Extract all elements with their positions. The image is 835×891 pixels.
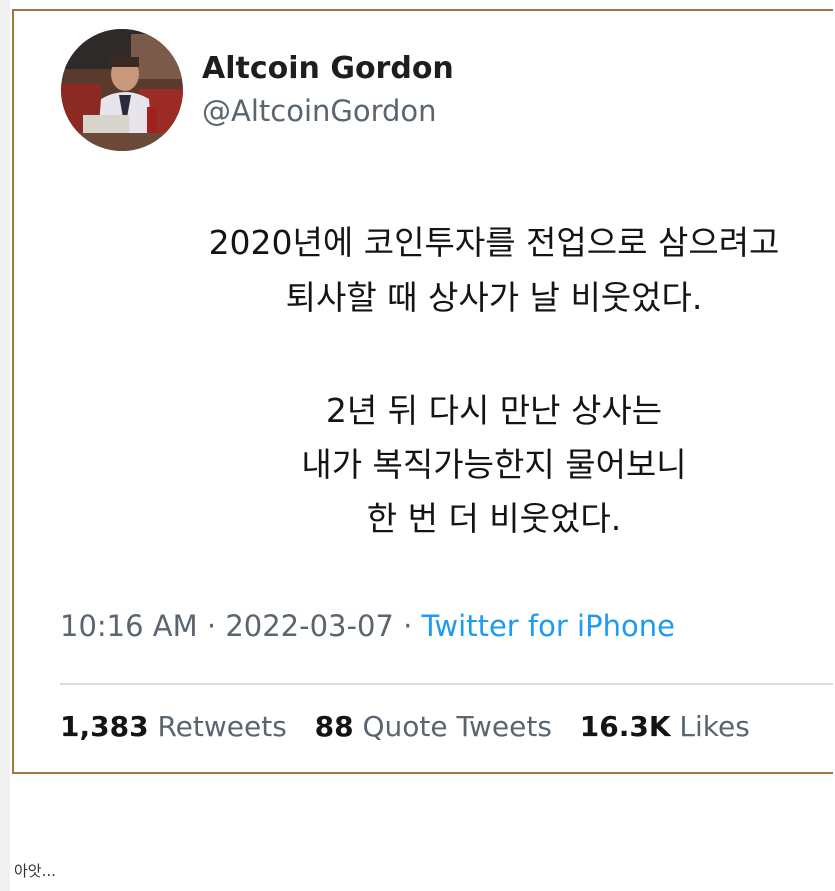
likes-stat[interactable]: 16.3K Likes: [580, 710, 750, 743]
retweets-count: 1,383: [60, 710, 149, 743]
avatar[interactable]: [61, 29, 183, 151]
divider: [60, 683, 833, 685]
retweets-stat[interactable]: 1,383 Retweets: [60, 710, 287, 743]
meta-separator: ·: [393, 609, 422, 643]
tweet-stats: 1,383 Retweets 88 Quote Tweets 16.3K Lik…: [60, 710, 750, 743]
page: Altcoin Gordon @AltcoinGordon 2020년에 코인투…: [0, 0, 835, 891]
tweet-text-line-4: 내가 복직가능한지 물어보니: [301, 445, 687, 484]
avatar-photo: [61, 29, 183, 151]
post-caption: 아앗...: [14, 862, 56, 880]
author-handle[interactable]: @AltcoinGordon: [202, 94, 437, 128]
tweet-screenshot: Altcoin Gordon @AltcoinGordon 2020년에 코인투…: [12, 9, 833, 774]
author-display-name[interactable]: Altcoin Gordon: [202, 51, 454, 86]
likes-label: Likes: [679, 710, 750, 743]
tweet-source-link[interactable]: Twitter for iPhone: [422, 609, 675, 643]
tweet-text-line-3: 2년 뒤 다시 만난 상사는: [325, 391, 663, 430]
tweet-date[interactable]: 2022-03-07: [225, 609, 394, 643]
tweet-text-line-1: 2020년에 코인투자를 전업으로 삼으려고: [208, 223, 780, 262]
retweets-label: Retweets: [157, 710, 287, 743]
likes-count: 16.3K: [579, 710, 671, 743]
quote-tweets-count: 88: [314, 710, 354, 743]
quote-tweets-label: Quote Tweets: [362, 710, 552, 743]
quote-tweets-stat[interactable]: 88 Quote Tweets: [315, 710, 552, 743]
meta-separator: ·: [197, 609, 226, 643]
tweet-meta: 10:16 AM · 2022-03-07 · Twitter for iPho…: [60, 609, 675, 643]
tweet-text-line-2: 퇴사할 때 상사가 날 비웃었다.: [285, 278, 703, 317]
tweet-time[interactable]: 10:16 AM: [60, 609, 198, 643]
tweet-text-line-5: 한 번 더 비웃었다.: [366, 499, 622, 538]
page-margin: [0, 0, 10, 891]
